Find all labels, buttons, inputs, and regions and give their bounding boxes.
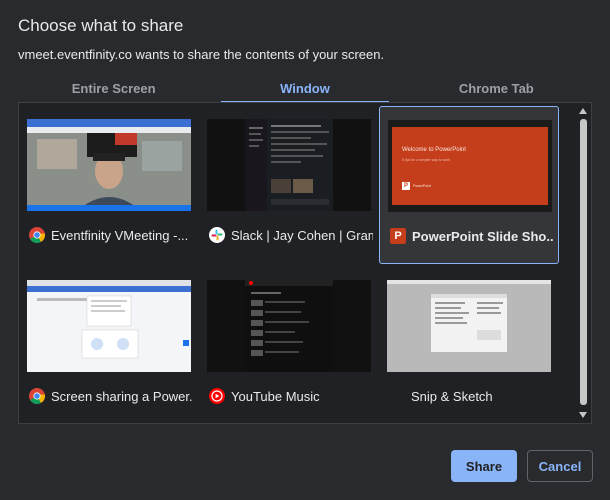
slide-frame: Welcome to PowerPoint 5 tips for a simpl… — [388, 120, 552, 212]
window-label: Screen sharing a Power... — [29, 386, 193, 406]
window-item-youtube-music[interactable]: YouTube Music — [199, 264, 379, 422]
dialog-title: Choose what to share — [18, 16, 184, 35]
cancel-button[interactable]: Cancel — [527, 450, 593, 482]
slide-title: Welcome to PowerPoint — [402, 147, 466, 153]
window-label: Eventfinity VMeeting -... — [29, 225, 193, 245]
tab-entire-screen[interactable]: Entire Screen — [18, 76, 209, 102]
vertical-scrollbar[interactable] — [576, 103, 591, 423]
window-title: Eventfinity VMeeting -... — [51, 227, 189, 243]
window-thumbnail: Welcome to PowerPoint 5 tips for a simpl… — [388, 120, 552, 212]
thumbnail-image — [245, 280, 333, 372]
share-button[interactable]: Share — [451, 450, 517, 482]
slide-subtitle: 5 tips for a simpler way to work — [402, 158, 451, 162]
slide-canvas: Welcome to PowerPoint 5 tips for a simpl… — [392, 127, 548, 205]
window-title: Slack | Jay Cohen | Gram... — [231, 227, 373, 243]
tab-chrome-tab[interactable]: Chrome Tab — [401, 76, 592, 102]
window-title: PowerPoint Slide Sho... — [412, 228, 554, 244]
window-thumbnail — [207, 119, 371, 211]
powerpoint-icon: P — [390, 228, 406, 244]
window-title: YouTube Music — [231, 388, 320, 404]
window-label: P PowerPoint Slide Sho... — [390, 226, 554, 246]
scroll-up-arrow-icon[interactable] — [579, 108, 587, 114]
window-thumbnail — [27, 280, 191, 372]
slack-icon — [209, 227, 225, 243]
window-label: Slack | Jay Cohen | Gram... — [209, 225, 373, 245]
thumbnail-image — [245, 119, 333, 211]
thumbnail-image — [27, 119, 191, 211]
window-item-powerpoint[interactable]: Welcome to PowerPoint 5 tips for a simpl… — [379, 106, 559, 264]
window-thumbnail — [27, 119, 191, 211]
window-title: Screen sharing a Power... — [51, 388, 193, 404]
share-source-tabs: Entire Screen Window Chrome Tab — [18, 76, 592, 103]
window-item-eventfinity[interactable]: Eventfinity VMeeting -... — [19, 103, 199, 261]
thumbnail-image — [27, 280, 191, 372]
chrome-icon — [29, 227, 45, 243]
window-item-screen-sharing[interactable]: Screen sharing a Power... — [19, 264, 199, 422]
window-list: Eventfinity VMeeting -... Slack | Jay Co… — [18, 102, 592, 424]
window-label: Snip & Sketch — [389, 386, 553, 406]
slide-app-name: PowerPoint — [413, 184, 431, 188]
window-item-snip-sketch[interactable]: Snip & Sketch — [379, 264, 559, 422]
dialog-subtitle: vmeet.eventfinity.co wants to share the … — [18, 47, 385, 62]
scrollbar-thumb[interactable] — [580, 119, 587, 405]
thumbnail-image — [387, 280, 551, 372]
snip-sketch-icon — [389, 388, 405, 404]
scroll-down-arrow-icon[interactable] — [579, 412, 587, 418]
window-title: Snip & Sketch — [411, 388, 493, 404]
window-item-slack[interactable]: Slack | Jay Cohen | Gram... — [199, 103, 379, 261]
chrome-icon — [29, 388, 45, 404]
powerpoint-logo-icon: P — [402, 182, 410, 190]
youtube-music-icon — [209, 388, 225, 404]
window-thumbnail — [207, 280, 371, 372]
share-dialog: Choose what to share vmeet.eventfinity.c… — [0, 0, 610, 500]
tab-window[interactable]: Window — [209, 76, 400, 103]
window-label: YouTube Music — [209, 386, 373, 406]
window-thumbnail — [387, 280, 551, 372]
